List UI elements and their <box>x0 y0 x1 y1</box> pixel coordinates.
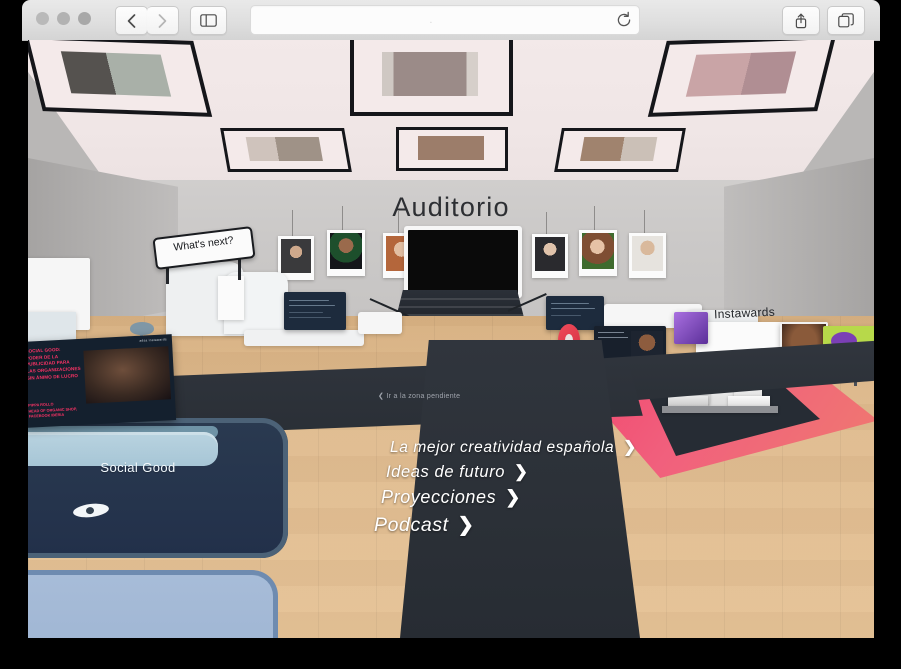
whats-next-label: What's next? <box>172 234 235 254</box>
menu-item-ideas[interactable]: Ideas de futuro ❯ <box>368 462 708 482</box>
booth-screen-panel[interactable] <box>546 296 604 330</box>
booth-screen-panel[interactable] <box>284 292 346 330</box>
chevron-right-icon: ❯ <box>505 487 521 507</box>
forward-button[interactable] <box>147 6 179 35</box>
pedestal-base <box>662 406 778 413</box>
tab-overview-button[interactable] <box>827 6 865 35</box>
skylight-panel <box>554 128 686 172</box>
poster-footer: PIPPA ROLLO HEAD OF ORGANIC SHOP, FACEBO… <box>28 402 77 419</box>
exhibit-artwork[interactable] <box>674 312 708 344</box>
menu-item-label: La mejor creatividad española <box>390 438 615 456</box>
panel-text-line <box>598 332 624 334</box>
portrait-wire <box>594 206 595 232</box>
menu-item-podcast[interactable]: Podcast ❯ <box>368 513 708 537</box>
speaker-portrait[interactable] <box>532 234 568 278</box>
auditorium-title: Auditorio <box>392 192 510 222</box>
back-navigation-link[interactable]: ❮ Ir a la zona pendiente <box>378 392 538 400</box>
skylight-panel <box>220 128 352 172</box>
booth-backdrop-left <box>28 312 76 342</box>
chevron-right-icon: ❯ <box>514 463 529 481</box>
poster-title: SOCIAL GOOD: PODER DE LA PUBLICIDAD PARA… <box>28 346 81 381</box>
panel-text-line <box>289 300 329 302</box>
zoom-window-button[interactable] <box>78 12 91 25</box>
minimize-window-button[interactable] <box>57 12 70 25</box>
menu-item-label: Ideas de futuro <box>386 462 506 481</box>
browser-window: . Auditorio Instawards What's next? ❮ Ir… <box>0 0 901 669</box>
panel-text-line <box>551 303 589 305</box>
skylight-inset <box>381 51 478 97</box>
skylight-inset <box>245 137 324 161</box>
speaker-portrait[interactable] <box>327 230 365 276</box>
portrait-wire <box>398 210 399 235</box>
booth-counter <box>244 330 364 346</box>
share-button[interactable] <box>782 6 820 35</box>
close-window-button[interactable] <box>36 12 49 25</box>
stage-step <box>392 298 528 300</box>
skylight-panel <box>28 40 213 117</box>
skylight-panel <box>647 40 837 117</box>
share-icon <box>795 13 807 28</box>
skylight-inset <box>685 51 797 97</box>
light-blue-carpet[interactable] <box>28 570 278 638</box>
chevron-right-icon: ❯ <box>457 514 475 536</box>
chevron-right-icon <box>158 13 167 28</box>
social-good-poster[interactable]: adsa instawards SOCIAL GOOD: PODER DE LA… <box>28 334 177 428</box>
sidebar-icon <box>200 14 217 27</box>
panel-text-line <box>551 308 595 310</box>
skylight-inset <box>418 136 484 160</box>
portrait-photo <box>330 233 362 269</box>
instawards-sign: Instawards <box>713 304 776 322</box>
portrait-wire <box>342 206 343 232</box>
stage-screen[interactable] <box>404 226 522 298</box>
venue-nav-menu: La mejor creatividad española ❯ Ideas de… <box>368 438 708 542</box>
window-traffic-lights <box>36 12 91 25</box>
panel-text-line <box>551 315 581 317</box>
portrait-photo <box>582 233 614 269</box>
address-bar-text[interactable]: . <box>251 6 611 34</box>
back-button[interactable] <box>115 6 148 35</box>
poster-photo <box>83 346 172 404</box>
speaker-portrait[interactable] <box>278 236 314 280</box>
stage-step <box>392 306 528 308</box>
panel-text-line <box>598 337 628 339</box>
menu-item-proyecciones[interactable]: Proyecciones ❯ <box>368 487 708 508</box>
booth-poster-standee[interactable] <box>218 276 244 320</box>
panel-text-line <box>289 305 335 307</box>
portrait-wire <box>292 210 293 238</box>
reload-icon[interactable] <box>615 11 633 29</box>
skylight-panel <box>350 40 513 116</box>
portrait-photo <box>632 236 663 271</box>
menu-item-creatividad[interactable]: La mejor creatividad española ❯ <box>368 438 708 457</box>
show-sidebar-button[interactable] <box>190 6 227 35</box>
speaker-portrait[interactable] <box>629 233 666 278</box>
portrait-photo <box>281 239 311 273</box>
skylight-panel <box>396 127 508 171</box>
menu-item-label: Podcast <box>374 513 449 536</box>
virtual-venue-canvas[interactable]: Auditorio Instawards What's next? ❮ Ir a… <box>28 40 874 638</box>
portrait-wire <box>644 210 645 235</box>
poster-logo: adsa instawards <box>139 337 168 343</box>
chevron-right-icon: ❯ <box>623 439 637 456</box>
menu-item-label: Proyecciones <box>381 487 497 507</box>
speaker-portrait[interactable] <box>579 230 617 276</box>
portrait-wire <box>546 212 547 236</box>
tab-overview-icon <box>838 13 854 28</box>
skylight-inset <box>580 137 658 161</box>
skylight-inset <box>60 51 172 97</box>
browser-toolbar: . <box>22 0 880 41</box>
portrait-photo <box>535 237 565 271</box>
chevron-left-icon <box>127 13 136 28</box>
panel-text-line <box>289 317 331 319</box>
social-good-label: Social Good <box>100 460 176 475</box>
address-bar[interactable]: . <box>250 5 640 35</box>
panel-text-line <box>289 312 323 314</box>
booth-counter <box>358 312 402 334</box>
ceiling <box>28 40 874 190</box>
